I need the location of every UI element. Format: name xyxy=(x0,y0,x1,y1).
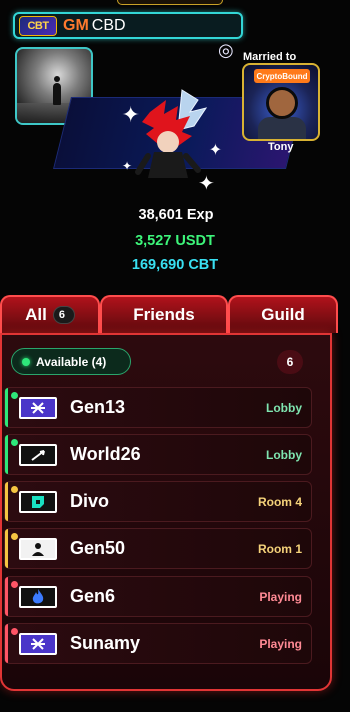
top-strip xyxy=(117,0,223,5)
server-status: Room 1 xyxy=(257,542,302,556)
partner-logo: CryptoBound xyxy=(254,69,310,83)
status-dot-icon xyxy=(11,581,18,588)
svg-text:✦: ✦ xyxy=(122,159,132,173)
flame-icon xyxy=(19,586,57,608)
status-dot-icon xyxy=(11,439,18,446)
server-name: Gen50 xyxy=(70,538,126,558)
available-filter[interactable]: Available (4) xyxy=(11,348,131,375)
row-accent xyxy=(5,624,8,663)
total-count-badge: 6 xyxy=(277,350,303,374)
row-accent xyxy=(5,435,8,474)
server-name: Sunamy xyxy=(70,633,141,653)
tab-friends-label: Friends xyxy=(133,305,195,324)
ring-icon: ◎ xyxy=(218,40,234,60)
cbt-logo-icon: CBT xyxy=(19,15,57,36)
tab-all[interactable]: All 6 xyxy=(0,295,100,333)
tab-guild-label: Guild xyxy=(261,305,305,324)
character-sprite: ✦ ✦ xyxy=(122,89,215,195)
server-name: Gen13 xyxy=(70,397,126,417)
cbt-balance: 169,690 CBT xyxy=(131,257,219,273)
status-dot-icon xyxy=(11,533,18,540)
server-status: Room 4 xyxy=(257,495,302,509)
list-item[interactable]: Gen13 Lobby xyxy=(4,387,312,428)
partner-face xyxy=(266,87,298,119)
svg-text:✦: ✦ xyxy=(198,171,215,195)
server-name: World26 xyxy=(70,444,141,464)
partner-name[interactable]: Tony xyxy=(268,141,293,153)
stellar-icon xyxy=(19,397,57,419)
gm-tag: GM xyxy=(63,16,89,34)
person-icon xyxy=(19,538,57,560)
server-status: Lobby xyxy=(266,448,302,462)
stellar-icon xyxy=(19,633,57,655)
server-name: Gen6 xyxy=(70,586,116,606)
list-item[interactable]: Gen6 Playing xyxy=(4,576,312,617)
status-dot-icon xyxy=(11,628,18,635)
server-name: Divo xyxy=(70,491,110,511)
partner-avatar[interactable]: CryptoBound xyxy=(242,63,320,141)
exp-stat: 38,601 Exp xyxy=(138,207,214,223)
list-item[interactable]: Gen50 Room 1 xyxy=(4,528,312,569)
server-status: Lobby xyxy=(266,401,302,415)
tab-bar: All 6 Friends Guild xyxy=(0,295,338,333)
status-dot-icon xyxy=(11,486,18,493)
tab-friends[interactable]: Friends xyxy=(100,295,228,333)
list-item[interactable]: Sunamy Playing xyxy=(4,623,312,664)
tab-guild[interactable]: Guild xyxy=(228,295,338,333)
player-name-bar: CBT GM CBD xyxy=(13,12,243,39)
server-status: Playing xyxy=(259,637,302,651)
online-dot-icon xyxy=(22,357,30,366)
usdt-balance: 3,527 USDT xyxy=(135,233,215,249)
list-item[interactable]: World26 Lobby xyxy=(4,434,312,475)
server-status: Playing xyxy=(259,590,302,604)
list-item[interactable]: Divo Room 4 xyxy=(4,481,312,522)
row-accent xyxy=(5,529,8,568)
tab-all-label: All xyxy=(25,305,47,324)
status-dot-icon xyxy=(11,392,18,399)
row-accent xyxy=(5,388,8,427)
row-accent xyxy=(5,577,8,616)
partner-body xyxy=(258,117,306,139)
player-name: CBD xyxy=(91,16,126,34)
profile-screen: CBT GM CBD ✦ ✦ ✦ ✦ ◎ Married to CryptoBo… xyxy=(0,0,350,712)
married-label: Married to xyxy=(243,51,297,63)
arrow-icon xyxy=(19,444,57,466)
row-accent xyxy=(5,482,8,521)
tab-all-badge: 6 xyxy=(52,306,75,324)
block-icon xyxy=(19,491,57,513)
avatar-figure xyxy=(53,76,61,105)
available-label: Available (4) xyxy=(36,354,107,369)
